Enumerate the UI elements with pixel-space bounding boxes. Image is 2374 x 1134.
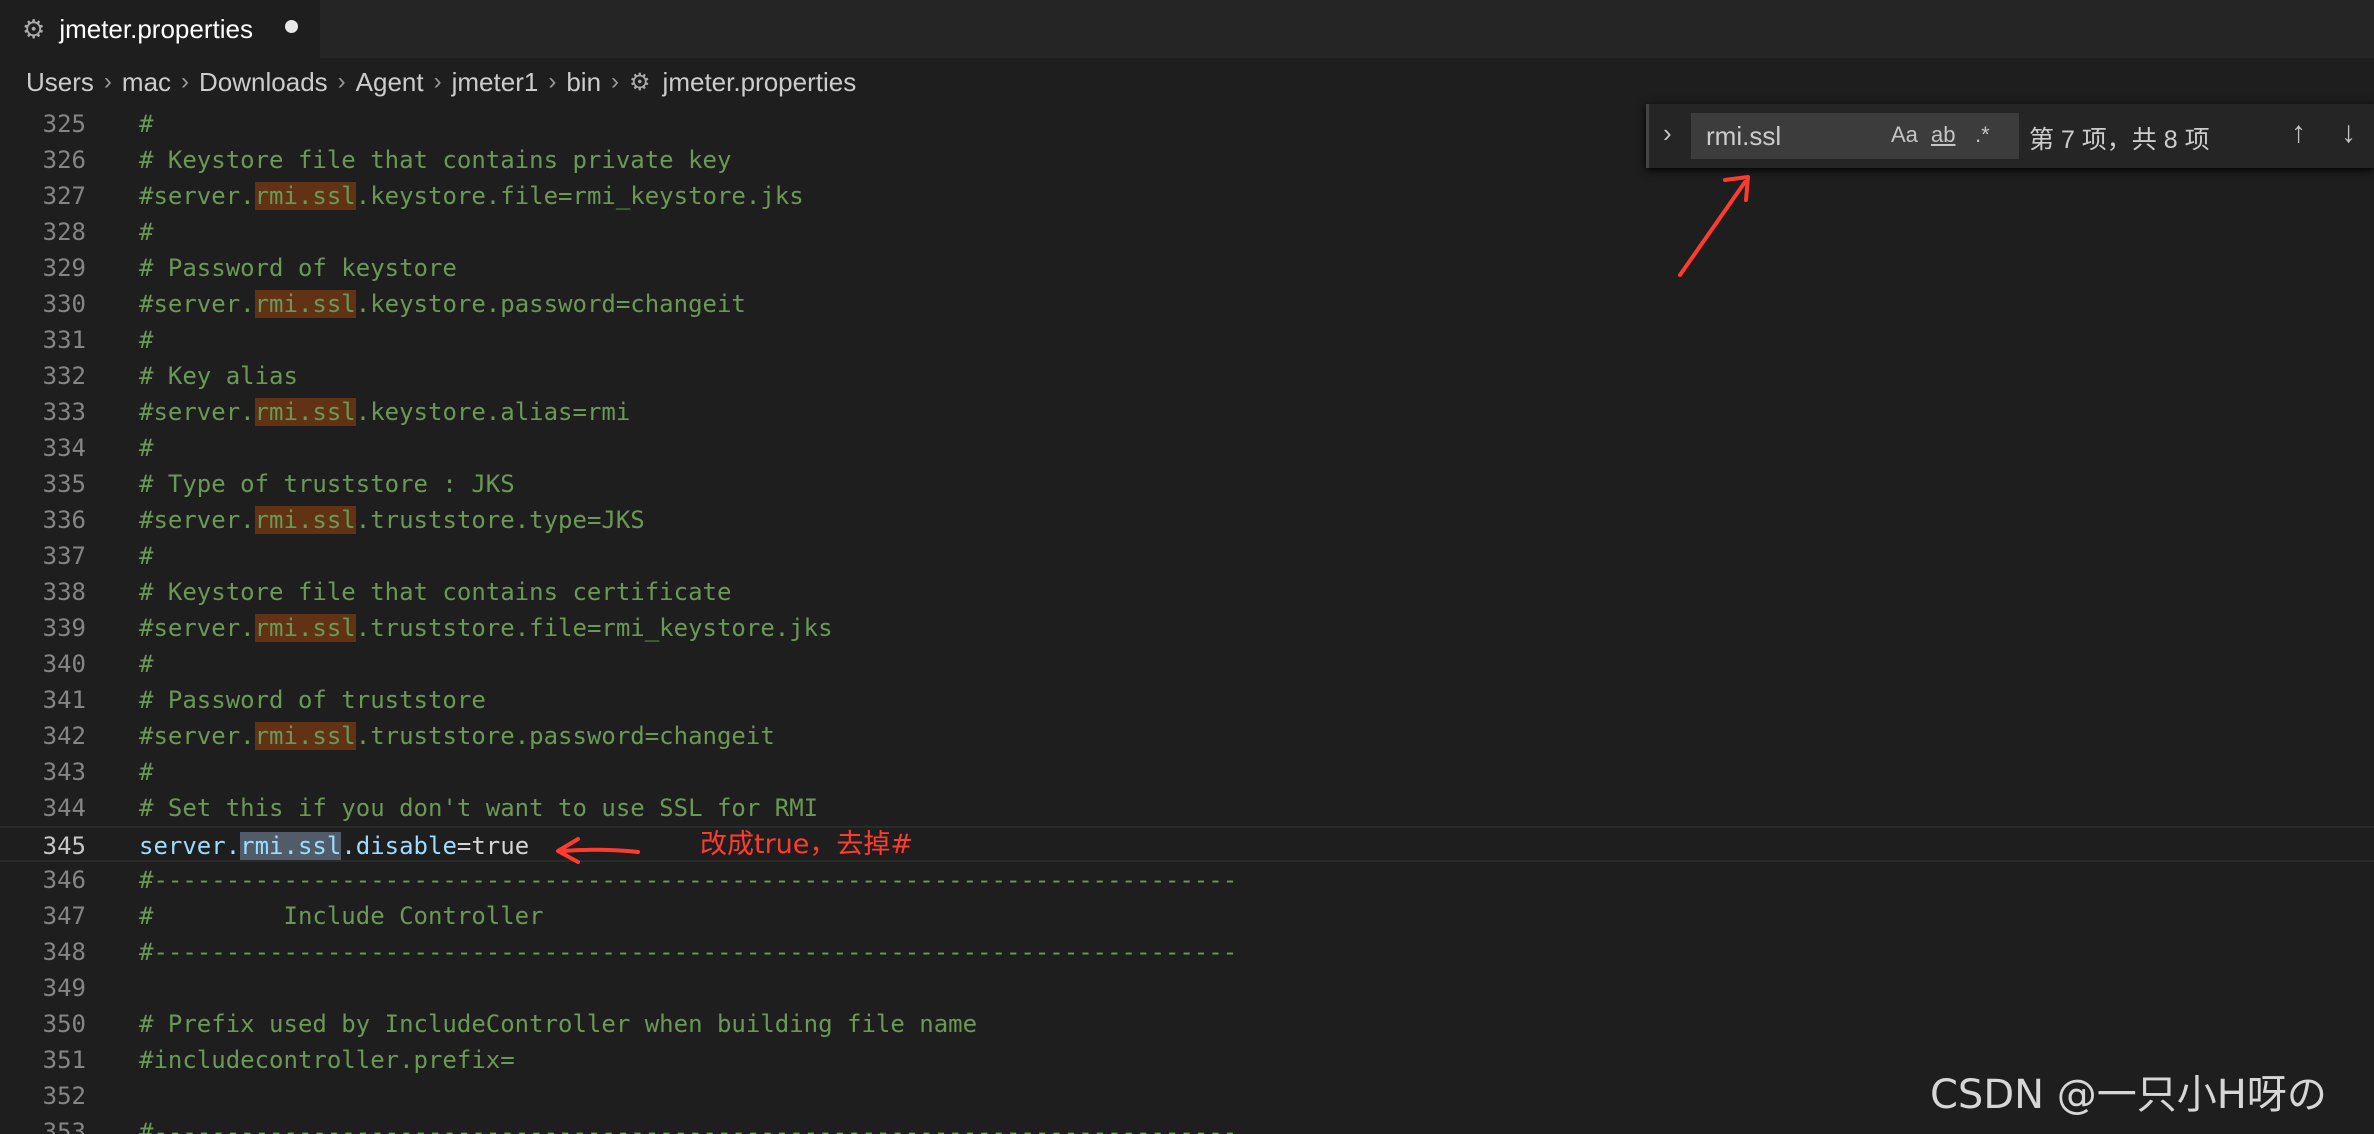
arrow-to-find-widget <box>1678 175 1750 277</box>
watermark: CSDN @一只小H呀の <box>1930 1072 2327 1118</box>
arrow-to-line-345 <box>556 837 640 864</box>
annotation-arrows <box>556 175 1750 864</box>
annotation-note: 改成true，去掉# <box>700 829 914 860</box>
